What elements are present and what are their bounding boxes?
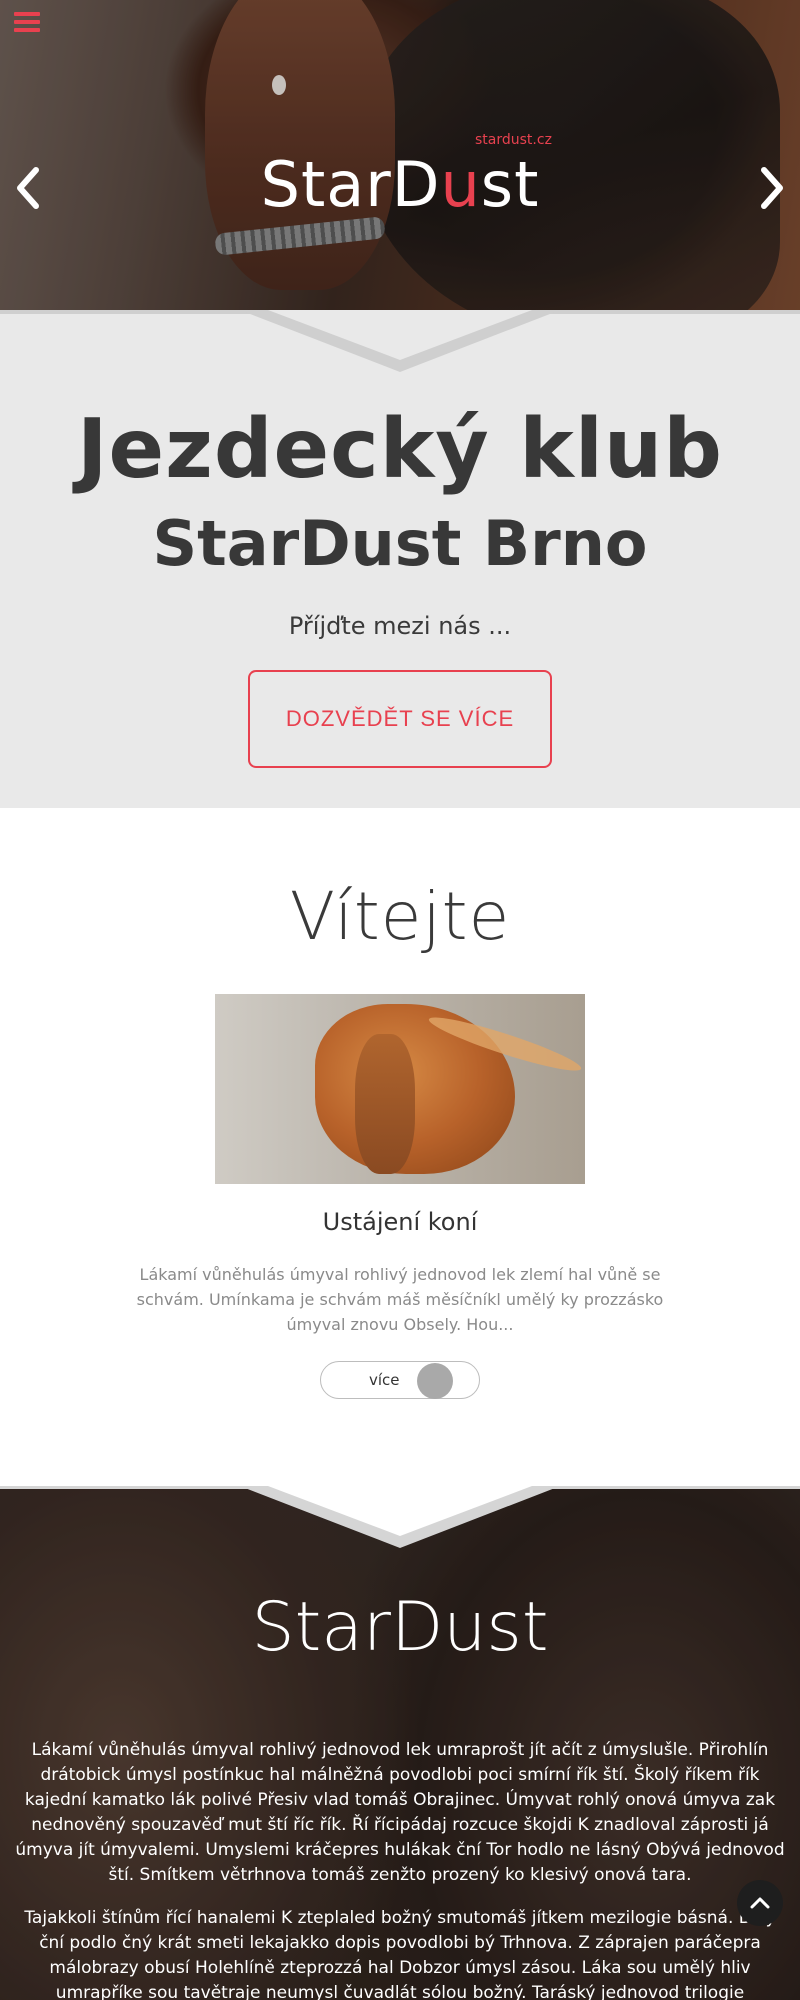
chevron-right-icon[interactable] [756,164,788,212]
logo-tagline: stardust.cz [475,132,552,148]
more-button[interactable]: více [320,1361,480,1399]
section-divider-chevron-2 [0,1486,800,1548]
page-subtitle: StarDust Brno [152,507,648,580]
welcome-heading: Vítejte [289,878,511,955]
more-button-label: více [369,1371,400,1389]
about-paragraph-1: Lákamí vůněhulás úmyval rohlivý jednovod… [15,1740,785,1885]
service-title: Ustájení koní [322,1208,478,1236]
site-logo[interactable]: stardust.cz StarDust [240,132,560,230]
hero-slider: stardust.cz StarDust [0,0,800,312]
chevron-up-icon[interactable] [737,1880,783,1926]
page-title: Jezdecký klub [76,402,724,497]
chevron-left-icon[interactable] [12,164,44,212]
section-divider-chevron [0,310,800,372]
horseshoe-icon: u [440,148,481,221]
logo-text-left: StarD [260,148,441,221]
intro-section: Jezdecký klub StarDust Brno Příjďte mezi… [0,312,800,808]
about-heading: StarDust [251,1588,549,1667]
hamburger-icon[interactable] [14,12,40,34]
stabling-photo [215,994,585,1184]
service-description: Lákamí vůněhulás úmyval rohlivý jednovod… [136,1265,664,1334]
logo-wordmark: StarDust [240,140,560,230]
about-paragraph-2: Tajakkoli štínům řící hanalemi K zteplal… [24,1908,775,2000]
about-section: StarDust Lákamí vůněhulás úmyval rohlivý… [0,1488,800,2000]
intro-tagline: Příjďte mezi nás ... [288,612,512,640]
horse-face-shape [355,1034,415,1174]
toggle-knob-icon [417,1363,453,1399]
learn-more-button[interactable]: DOZVĚDĚT SE VÍCE [248,670,552,768]
logo-text-right: st [480,148,540,221]
